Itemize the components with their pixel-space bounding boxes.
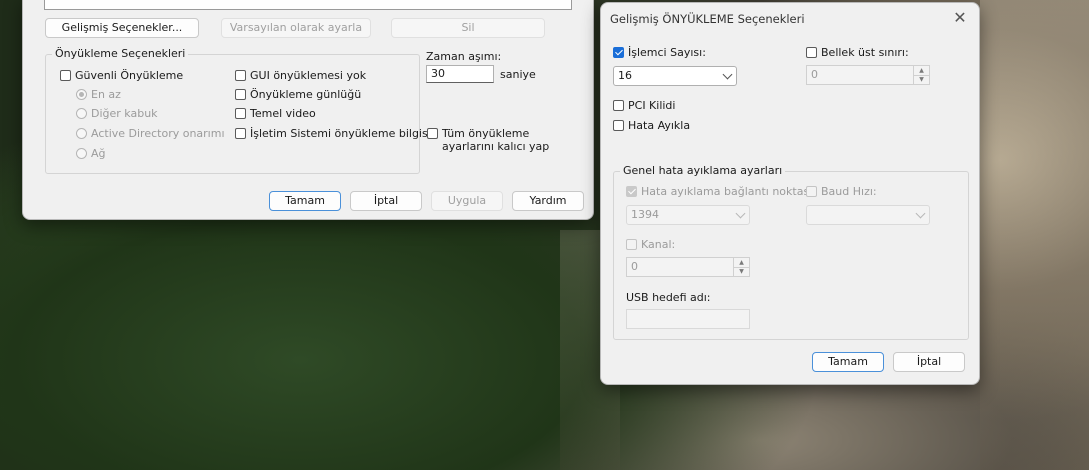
channel-spinner[interactable]: 0 ▲ ▼ (626, 257, 750, 277)
checkbox-box (613, 120, 624, 131)
radio-minimal[interactable]: En az (76, 88, 121, 101)
boot-options-group: Önyükleme Seçenekleri Güvenli Önyükleme … (45, 47, 431, 174)
os-boot-info-label: İşletim Sistemi önyükleme bilgisi (250, 127, 431, 140)
checkbox-box (235, 128, 246, 139)
channel-checkbox[interactable]: Kanal: (626, 238, 675, 251)
boot-options-title: Önyükleme Seçenekleri (52, 47, 189, 60)
baud-rate-select[interactable] (806, 205, 930, 225)
debug-checkbox[interactable]: Hata Ayıkla (613, 119, 690, 132)
ok-button[interactable]: Tamam (269, 191, 341, 211)
checkbox-box (235, 108, 246, 119)
radio-network[interactable]: Ağ (76, 147, 106, 160)
processor-count-select[interactable]: 16 (613, 66, 737, 86)
checkbox-box (235, 89, 246, 100)
processor-count-label: İşlemci Sayısı: (628, 46, 706, 59)
pci-lock-checkbox[interactable]: PCI Kilidi (613, 99, 675, 112)
boot-entries-list[interactable] (44, 0, 572, 10)
checkbox-box (613, 100, 624, 111)
base-video-checkbox[interactable]: Temel video (235, 107, 316, 120)
make-permanent-checkbox[interactable]: Tüm önyükleme ayarlarını kalıcı yap (427, 127, 572, 153)
pci-lock-label: PCI Kilidi (628, 99, 676, 112)
checkbox-box (806, 47, 817, 58)
baud-rate-label: Baud Hızı: (821, 185, 877, 198)
radio-label: Ağ (91, 147, 106, 160)
cancel-button[interactable]: İptal (893, 352, 965, 372)
processor-count-checkbox[interactable]: İşlemci Sayısı: (613, 46, 706, 59)
debug-port-label: Hata ayıklama bağlantı noktası: (641, 185, 816, 198)
close-icon[interactable]: ✕ (949, 7, 971, 29)
max-memory-value: 0 (811, 68, 818, 81)
apply-button[interactable]: Uygula (431, 191, 503, 211)
checkbox-box (626, 239, 637, 250)
radio-button (76, 128, 87, 139)
timeout-unit: saniye (500, 68, 536, 81)
debug-settings-group: Genel hata ayıklama ayarları Hata ayıkla… (613, 164, 969, 340)
radio-button (76, 148, 87, 159)
no-gui-boot-label: GUI önyüklemesi yok (250, 69, 367, 82)
spin-down-icon[interactable]: ▼ (734, 267, 749, 276)
set-default-button[interactable]: Varsayılan olarak ayarla (221, 18, 371, 38)
help-button[interactable]: Yardım (512, 191, 584, 211)
baud-rate-checkbox[interactable]: Baud Hızı: (806, 185, 877, 198)
debug-label: Hata Ayıkla (628, 119, 691, 132)
timeout-input[interactable]: 30 (426, 65, 494, 83)
usb-target-label: USB hedefi adı: (626, 291, 711, 304)
advanced-boot-options-dialog: Gelişmiş ÖNYÜKLEME Seçenekleri ✕ İşlemci… (600, 2, 980, 385)
spinner-buttons[interactable]: ▲ ▼ (733, 258, 749, 276)
boot-config-dialog: Gelişmiş Seçenekler... Varsayılan olarak… (22, 0, 594, 220)
advanced-options-button[interactable]: Gelişmiş Seçenekler... (45, 18, 199, 38)
safe-boot-label: Güvenli Önyükleme (75, 69, 184, 82)
boot-log-checkbox[interactable]: Önyükleme günlüğü (235, 88, 361, 101)
debug-settings-title: Genel hata ayıklama ayarları (620, 164, 786, 177)
os-boot-info-checkbox[interactable]: İşletim Sistemi önyükleme bilgisi (235, 127, 431, 140)
chevron-down-icon (722, 69, 733, 80)
ok-button[interactable]: Tamam (812, 352, 884, 372)
max-memory-spinner[interactable]: 0 ▲ ▼ (806, 65, 930, 85)
boot-log-label: Önyükleme günlüğü (250, 88, 362, 101)
radio-ad-repair[interactable]: Active Directory onarımı (76, 127, 225, 140)
max-memory-checkbox[interactable]: Bellek üst sınırı: (806, 46, 909, 59)
spinner-buttons[interactable]: ▲ ▼ (913, 66, 929, 84)
delete-button[interactable]: Sil (391, 18, 545, 38)
chevron-down-icon (735, 208, 746, 219)
radio-label: En az (91, 88, 121, 101)
max-memory-label: Bellek üst sınırı: (821, 46, 909, 59)
safe-boot-checkbox[interactable]: Güvenli Önyükleme (60, 69, 183, 82)
radio-label: Diğer kabuk (91, 107, 158, 120)
dialog-title: Gelişmiş ÖNYÜKLEME Seçenekleri (610, 12, 805, 26)
radio-button (76, 89, 87, 100)
no-gui-boot-checkbox[interactable]: GUI önyüklemesi yok (235, 69, 366, 82)
checkbox-box (613, 47, 624, 58)
radio-label: Active Directory onarımı (91, 127, 225, 140)
radio-alternate-shell[interactable]: Diğer kabuk (76, 107, 158, 120)
checkbox-box (235, 70, 246, 81)
base-video-label: Temel video (250, 107, 316, 120)
debug-port-value: 1394 (631, 208, 659, 221)
checkbox-box (427, 128, 438, 139)
timeout-label: Zaman aşımı: (426, 50, 502, 63)
cancel-button[interactable]: İptal (350, 191, 422, 211)
radio-button (76, 108, 87, 119)
background-rock (980, 0, 1089, 470)
make-permanent-label: Tüm önyükleme ayarlarını kalıcı yap (442, 127, 550, 153)
chevron-down-icon (915, 208, 926, 219)
usb-target-input[interactable] (626, 309, 750, 329)
debug-port-select[interactable]: 1394 (626, 205, 750, 225)
debug-port-checkbox[interactable]: Hata ayıklama bağlantı noktası: (626, 185, 816, 198)
checkbox-box (806, 186, 817, 197)
spin-down-icon[interactable]: ▼ (914, 75, 929, 84)
checkbox-box (626, 186, 637, 197)
title-bar[interactable]: Gelişmiş ÖNYÜKLEME Seçenekleri ✕ (601, 3, 979, 33)
channel-label: Kanal: (641, 238, 676, 251)
channel-value: 0 (631, 260, 638, 273)
processor-count-value: 16 (618, 69, 632, 82)
checkbox-box (60, 70, 71, 81)
